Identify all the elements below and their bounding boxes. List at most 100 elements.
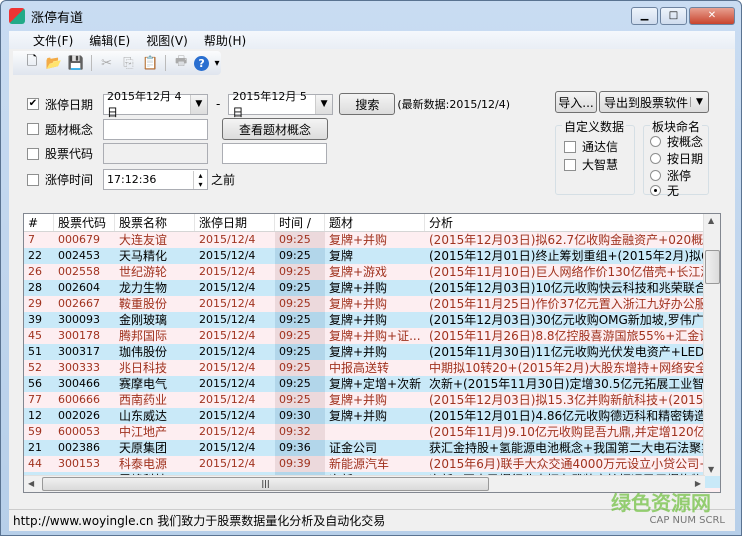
col-time[interactable]: 时间 / <box>275 214 325 231</box>
limit-time: 09:25 <box>275 264 325 280</box>
print-icon[interactable]: 🖶 <box>172 54 190 72</box>
stock-code: 600053 <box>58 425 100 438</box>
topic: 新能源汽车 <box>329 457 390 471</box>
dzh-checkbox[interactable] <box>564 158 576 171</box>
code-checkbox[interactable] <box>27 147 39 160</box>
limit-time: 09:25 <box>275 280 325 296</box>
export-button[interactable]: 导出到股票软件 ▼ <box>599 91 709 113</box>
radio-label: 无 <box>667 184 680 198</box>
chevron-down-icon[interactable]: ▼ <box>314 94 333 114</box>
topic-checkbox[interactable] <box>27 123 39 135</box>
table-header: # 股票代码 股票名称 涨停日期 时间 / 题材 分析 <box>24 214 720 232</box>
radio-none[interactable] <box>650 185 661 196</box>
code-label: 股票代码 <box>45 147 94 161</box>
paste-icon[interactable]: 📋 <box>141 54 159 72</box>
main-window: 涨停有道 ▁ □ ✕ 文件(F) 编辑(E) 视图(V) 帮助(H) 🗋 📂 💾… <box>0 0 742 536</box>
close-button[interactable]: ✕ <box>689 7 735 25</box>
radio-by-date[interactable] <box>650 153 661 164</box>
topic: 证金公司 <box>329 441 378 455</box>
scroll-thumb[interactable]: ||| <box>42 477 489 491</box>
limit-date: 2015/12/4 <box>199 345 256 358</box>
scroll-up-icon[interactable]: ▲ <box>708 216 714 225</box>
table-row[interactable]: 7 000679 大连友谊 2015/12/4 09:25 复牌+并购 (2015年12月0… <box>24 232 720 248</box>
table-row[interactable]: 29 002667 鞍重股份 2015/12/4 09:25 复牌+并购 (2015年11月… <box>24 296 720 312</box>
vertical-scrollbar[interactable]: ▲ ▼ <box>703 214 720 476</box>
stock-code: 002026 <box>58 409 100 422</box>
chevron-down-icon[interactable]: ▼ <box>189 94 207 114</box>
analysis: 中期拟10转20+(2015年2月)大股东增持+网络安全:票 <box>429 361 705 375</box>
scroll-thumb[interactable] <box>705 250 720 284</box>
toolbar-overflow-icon[interactable]: ▾ <box>213 54 221 72</box>
col-code[interactable]: 股票代码 <box>54 214 115 231</box>
radio-limit-up[interactable] <box>650 170 661 181</box>
analysis: (2015年12月03日)拟15.3亿并购新航科技+(2015年10月 <box>429 393 705 407</box>
analysis: 次新+(2015年11月30日)定增30.5亿元拓展工业智能化 <box>429 377 705 391</box>
minimize-button[interactable]: ▁ <box>631 7 658 25</box>
view-topics-button[interactable]: 查看题材概念 <box>222 118 328 140</box>
maximize-button[interactable]: □ <box>660 7 687 25</box>
table-row[interactable]: 45 300178 腾邦国际 2015/12/4 09:25 复牌+并购+证... (201… <box>24 328 720 344</box>
stock-code: 300317 <box>58 345 100 358</box>
chevron-down-icon[interactable]: ▼ <box>690 97 708 107</box>
date-from-picker[interactable]: 2015年12月 4日 ▼ <box>103 90 208 119</box>
tdx-checkbox[interactable] <box>564 140 576 153</box>
topic-input[interactable] <box>103 118 208 140</box>
scroll-down-icon[interactable]: ▼ <box>708 465 714 474</box>
analysis: (2015年11月)9.10亿元收购昆吾九鼎,并定增120亿元扩 <box>429 425 705 439</box>
col-name[interactable]: 股票名称 <box>115 214 195 231</box>
table-row[interactable]: 26 002558 世纪游轮 2015/12/4 09:25 复牌+游戏 (2015年11月… <box>24 264 720 280</box>
row-index: 51 <box>28 345 42 358</box>
code-input[interactable] <box>103 143 208 164</box>
limit-time: 09:25 <box>275 392 325 408</box>
table-row[interactable]: 52 300333 兆日科技 2015/12/4 09:25 中报高送转 中期拟10转20+… <box>24 360 720 376</box>
cut-icon[interactable]: ✂ <box>98 54 116 72</box>
col-date[interactable]: 涨停日期 <box>195 214 275 231</box>
horizontal-scrollbar[interactable]: ◀ ||| ▶ <box>24 475 705 492</box>
limit-date: 2015/12/4 <box>199 265 256 278</box>
analysis: (2015年12月03日)10亿元收购快云科技和兆荣联合+生 <box>429 281 705 295</box>
radio-by-concept[interactable] <box>650 136 661 147</box>
menu-edit[interactable]: 编辑(E) <box>81 32 138 49</box>
stock-code: 002604 <box>58 281 100 294</box>
table-row[interactable]: 56 300466 赛摩电气 2015/12/4 09:25 复牌+定增+次新 次新+(20… <box>24 376 720 392</box>
save-icon[interactable]: 💾 <box>67 54 85 72</box>
table-row[interactable]: 51 300317 珈伟股份 2015/12/4 09:25 复牌+并购 (2015年11月… <box>24 344 720 360</box>
search-button[interactable]: 搜索 <box>339 93 396 115</box>
table-row[interactable]: 12 002026 山东威达 2015/12/4 09:30 复牌+并购 (2015年12月… <box>24 408 720 424</box>
date-checkbox[interactable]: ✔ <box>27 98 39 110</box>
table-row[interactable]: 77 600666 西南药业 2015/12/4 09:25 复牌+并购 (2015年12月… <box>24 392 720 408</box>
tdx-label: 通达信 <box>582 140 619 154</box>
dzh-label: 大智慧 <box>582 158 619 172</box>
menu-file[interactable]: 文件(F) <box>25 32 81 49</box>
row-index: 22 <box>28 249 42 262</box>
copy-icon[interactable]: ⎘ <box>120 54 138 72</box>
limit-date: 2015/12/4 <box>199 361 256 374</box>
row-index: 21 <box>28 441 42 454</box>
time-spinner[interactable]: 17:12:36 ▴ ▾ <box>103 169 208 190</box>
table-row[interactable]: 28 002604 龙力生物 2015/12/4 09:25 复牌+并购 (2015年12月… <box>24 280 720 296</box>
help-icon[interactable]: ? <box>194 55 210 71</box>
table-row[interactable]: 44 300153 科泰电源 2015/12/4 09:39 新能源汽车 (2015年6月)… <box>24 456 720 472</box>
code-secondary-input[interactable] <box>222 143 327 164</box>
table-row[interactable]: 21 002386 天原集团 2015/12/4 09:36 证金公司 获汇金持股+氢能源电… <box>24 440 720 456</box>
stock-code: 002558 <box>58 265 100 278</box>
topic <box>325 424 425 440</box>
menu-view[interactable]: 视图(V) <box>138 32 196 49</box>
table-body: 7 000679 大连友谊 2015/12/4 09:25 复牌+并购 (2015年12月0… <box>24 232 720 492</box>
stock-name: 山东威达 <box>119 409 168 423</box>
table-row[interactable]: 22 002453 天马精化 2015/12/4 09:25 复牌 (2015年12月01日… <box>24 248 720 264</box>
menu-help[interactable]: 帮助(H) <box>196 32 254 49</box>
spinner-arrows-icon[interactable]: ▴ ▾ <box>193 170 207 189</box>
table-row[interactable]: 39 300093 金刚玻璃 2015/12/4 09:25 复牌+并购 (2015年12月… <box>24 312 720 328</box>
col-analysis[interactable]: 分析 <box>425 214 705 231</box>
open-folder-icon[interactable]: 📂 <box>45 54 63 72</box>
col-topic[interactable]: 题材 <box>325 214 425 231</box>
analysis: (2015年12月03日)拟62.7亿收购金融资产+020概念:(2 <box>429 233 705 247</box>
col-index[interactable]: # <box>24 214 54 231</box>
time-checkbox[interactable] <box>27 173 39 186</box>
table-row[interactable]: 59 600053 中江地产 2015/12/4 09:32 (2015年11月)9.10… <box>24 424 720 440</box>
import-button[interactable]: 导入... <box>555 91 597 113</box>
date-to-picker[interactable]: 2015年12月 5日 ▼ <box>228 90 334 119</box>
new-file-icon[interactable]: 🗋 <box>23 54 41 72</box>
scroll-left-icon[interactable]: ◀ <box>28 479 34 488</box>
